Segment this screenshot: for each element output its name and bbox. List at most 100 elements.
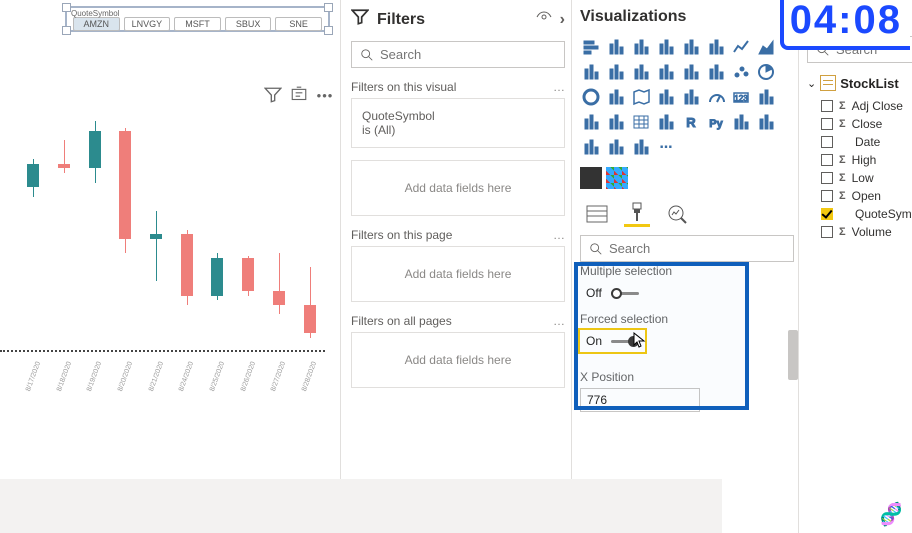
viz-type-slicer[interactable] [605, 111, 626, 132]
analytics-tab-icon[interactable] [664, 201, 690, 227]
checkbox[interactable] [821, 172, 833, 184]
viz-type-treemap[interactable] [605, 86, 626, 107]
candle[interactable] [85, 112, 105, 352]
viz-type-matrix[interactable] [655, 111, 676, 132]
field-quotesymb-[interactable]: QuoteSymb... [807, 205, 912, 223]
checkbox[interactable] [821, 208, 833, 220]
viz-type-key-influencers[interactable] [730, 111, 751, 132]
viz-type-ribbon[interactable] [655, 61, 676, 82]
field-volume[interactable]: ΣVolume [807, 223, 912, 241]
viz-type-funnel[interactable] [705, 61, 726, 82]
checkbox[interactable] [821, 226, 833, 238]
field-open[interactable]: ΣOpen [807, 187, 912, 205]
viz-type-filled-map[interactable] [655, 86, 676, 107]
viz-type-clustered-column[interactable] [655, 36, 676, 57]
viz-type-qa[interactable] [580, 136, 601, 157]
slicer-option-sne[interactable]: SNE [275, 17, 322, 31]
candlestick-chart[interactable]: 8/17/20208/18/20208/19/20208/20/20208/21… [0, 112, 325, 392]
viz-type-r-visual[interactable]: R [680, 111, 701, 132]
scrollbar-thumb[interactable] [788, 330, 798, 380]
slicer-option-sbux[interactable]: SBUX [225, 17, 272, 31]
viz-type-stacked-column[interactable] [605, 36, 626, 57]
viz-type-kpi[interactable] [580, 111, 601, 132]
viz-type-stacked-area[interactable] [580, 61, 601, 82]
hide-filters-icon[interactable] [536, 9, 552, 30]
viz-type-pie[interactable] [755, 61, 776, 82]
viz-type-100-stacked-column[interactable] [705, 36, 726, 57]
candle[interactable] [269, 112, 289, 352]
viz-type-line[interactable] [730, 36, 751, 57]
field-label: Date [855, 135, 880, 149]
candle[interactable] [207, 112, 227, 352]
x-tick-label: 8/17/2020 [25, 361, 42, 393]
viz-type-clustered-bar[interactable] [630, 36, 651, 57]
table-stocklist[interactable]: ⌄ StockList [807, 75, 912, 91]
filter-card-quotesymbol[interactable]: QuoteSymbol is (All) [351, 98, 565, 148]
more-options-icon[interactable]: ••• [316, 86, 334, 104]
candle[interactable] [23, 112, 43, 352]
viz-type-powerapps[interactable] [630, 136, 651, 157]
viz-type-map[interactable] [630, 86, 651, 107]
theme-grid-icon[interactable] [606, 167, 628, 189]
field-date[interactable]: Date [807, 133, 912, 151]
visualizations-header: Visualizations [580, 8, 686, 26]
viz-type-py-visual[interactable]: Py [705, 111, 726, 132]
candle[interactable] [300, 112, 320, 352]
filters-search[interactable] [351, 41, 565, 68]
candle[interactable] [146, 112, 166, 352]
field-low[interactable]: ΣLow [807, 169, 912, 187]
page-tab-strip[interactable] [0, 479, 722, 533]
field-adj-close[interactable]: ΣAdj Close [807, 97, 912, 115]
format-search[interactable] [580, 235, 794, 262]
filter-visual-dropzone[interactable]: Add data fields here [351, 160, 565, 216]
format-search-input[interactable] [609, 241, 785, 256]
candle[interactable] [238, 112, 258, 352]
section-more-icon[interactable]: … [553, 228, 565, 242]
field-close[interactable]: ΣClose [807, 115, 912, 133]
viz-type-more[interactable]: ⋯ [655, 136, 676, 157]
viz-type-multi-card[interactable] [755, 86, 776, 107]
viz-type-table[interactable] [630, 111, 651, 132]
checkbox[interactable] [821, 118, 833, 130]
fields-tab-icon[interactable] [584, 201, 610, 227]
checkbox[interactable] [821, 190, 833, 202]
format-tab-icon[interactable] [624, 201, 650, 227]
field-label: QuoteSymb... [855, 207, 912, 221]
slicer-option-lnvgy[interactable]: LNVGY [124, 17, 171, 31]
candle[interactable] [177, 112, 197, 352]
checkbox[interactable] [821, 100, 833, 112]
checkbox[interactable] [821, 154, 833, 166]
viz-type-line-stacked[interactable] [630, 61, 651, 82]
slicer-option-msft[interactable]: MSFT [174, 17, 221, 31]
viz-type-stacked-bar[interactable] [580, 36, 601, 57]
section-more-icon[interactable]: … [553, 314, 565, 328]
viz-type-card[interactable]: 123 [730, 86, 751, 107]
viz-type-area[interactable] [755, 36, 776, 57]
slicer-visual[interactable]: QuoteSymbol AMZN LNVGYMSFT SBUXSNE [65, 6, 330, 32]
viz-type-shape-map[interactable] [680, 86, 701, 107]
checkbox[interactable] [821, 136, 833, 148]
viz-type-donut[interactable] [580, 86, 601, 107]
viz-type-line-clustered[interactable] [605, 61, 626, 82]
collapse-filters-icon[interactable]: › [560, 11, 565, 29]
viz-type-decomp-tree[interactable] [755, 111, 776, 132]
viz-type-scatter[interactable] [730, 61, 751, 82]
field-high[interactable]: ΣHigh [807, 151, 912, 169]
theme-dark-icon[interactable] [580, 167, 602, 189]
viz-type-100-stacked-bar[interactable] [680, 36, 701, 57]
candle[interactable] [115, 112, 135, 352]
viz-type-paginated[interactable] [605, 136, 626, 157]
focus-mode-icon[interactable] [290, 86, 308, 104]
candle[interactable] [54, 112, 74, 352]
section-more-icon[interactable]: … [553, 80, 565, 94]
slicer-title: QuoteSymbol [71, 9, 119, 18]
report-canvas[interactable]: QuoteSymbol AMZN LNVGYMSFT SBUXSNE ••• 8/1… [0, 0, 340, 533]
svg-text:123: 123 [734, 94, 748, 103]
filters-search-input[interactable] [380, 47, 556, 62]
viz-type-gauge[interactable] [705, 86, 726, 107]
visual-filter-icon[interactable] [264, 86, 282, 104]
viz-type-waterfall[interactable] [680, 61, 701, 82]
filter-page-dropzone[interactable]: Add data fields here [351, 246, 565, 302]
slicer-option-amzn[interactable]: AMZN [73, 17, 120, 31]
filter-all-dropzone[interactable]: Add data fields here [351, 332, 565, 388]
